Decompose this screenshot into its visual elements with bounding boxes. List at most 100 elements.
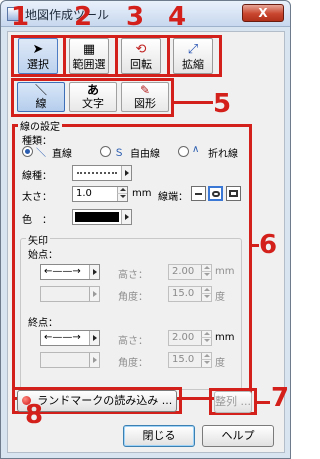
dropdown-arrow-icon (89, 331, 99, 345)
dropdown-arrow-icon (89, 265, 99, 279)
thickness-value: 1.0 (76, 188, 92, 199)
spin-down-icon[interactable] (117, 194, 127, 201)
align-button[interactable]: 整列 ... (214, 391, 252, 413)
title-bar[interactable]: 地図作成ツール X (1, 1, 290, 27)
polyline-label: 折れ線 (208, 149, 238, 160)
line-icon: ＼ (34, 83, 47, 97)
start-angle-stepper[interactable]: 15.0 (168, 286, 212, 302)
end-height-stepper[interactable]: 2.00 (168, 330, 212, 346)
callout-1: 1 (11, 2, 30, 32)
callout-2: 2 (74, 2, 93, 32)
cursor-arrow-icon: ➤ (32, 42, 44, 57)
end-angle-label: 角度： (118, 358, 148, 369)
endcap-square-button[interactable] (226, 186, 241, 201)
thickness-unit: mm (132, 188, 152, 199)
range-select-tool-button[interactable]: ▦ 範囲選 (69, 38, 109, 74)
line-end-label: 線端： (158, 192, 188, 203)
color-label: 色 ： (22, 215, 52, 226)
spin-down-icon[interactable] (201, 272, 211, 279)
end-arrow-style-dropdown[interactable] (40, 352, 100, 368)
tab-line[interactable]: ＼ 線 (17, 82, 65, 112)
close-window-button[interactable]: X (242, 4, 284, 22)
start-height-stepper[interactable]: 2.00 (168, 264, 212, 280)
start-height-unit: mm (215, 266, 235, 277)
map-tool-window: 地図作成ツール X ➤ 選択 ▦ 範囲選 ⟲ 回転 ⤢ 拡縮 ＼ 線 あ 文字 … (0, 0, 291, 459)
shape-pen-icon: ✎ (139, 83, 151, 97)
spin-down-icon[interactable] (201, 294, 211, 301)
dropdown-arrow-icon (89, 353, 99, 367)
text-icon: あ (86, 83, 99, 97)
rotate-tool-button[interactable]: ⟲ 回転 (121, 38, 161, 74)
spin-up-icon[interactable] (201, 353, 211, 360)
window-title: 地図作成ツール (25, 8, 110, 22)
thickness-stepper[interactable]: 1.0 (72, 186, 128, 202)
end-height-label: 高さ： (118, 336, 148, 347)
close-button[interactable]: 閉じる (123, 425, 195, 447)
dropdown-arrow-icon (89, 287, 99, 301)
dropdown-arrow-icon (121, 166, 131, 180)
endcap-round-button[interactable] (208, 186, 223, 201)
callout-6: 6 (259, 230, 278, 260)
spin-down-icon[interactable] (201, 338, 211, 345)
radio-straight-line[interactable] (22, 146, 33, 157)
free-line-label: 自由線 (130, 149, 160, 160)
end-angle-value: 15.0 (172, 354, 195, 365)
spin-down-icon[interactable] (201, 360, 211, 367)
spin-up-icon[interactable] (201, 331, 211, 338)
double-arrow-icon: ←——→ (44, 332, 81, 343)
arrow-group-label: 矢印 (26, 232, 50, 247)
dropdown-arrow-icon (121, 210, 131, 224)
start-arrow-dropdown[interactable]: ←——→ (40, 264, 100, 280)
callout-4: 4 (168, 2, 187, 32)
radio-free-line[interactable] (100, 146, 111, 157)
thickness-label: 太さ： (22, 192, 52, 203)
help-button[interactable]: ヘルプ (202, 425, 274, 447)
double-arrow-icon: ←——→ (44, 266, 81, 277)
scale-tool-button[interactable]: ⤢ 拡縮 (173, 38, 213, 74)
callout-5: 5 (213, 89, 232, 119)
endcap-flat-icon (195, 193, 202, 195)
line-style-dropdown[interactable] (72, 165, 132, 181)
endcap-flat-button[interactable] (191, 186, 206, 201)
start-height-value: 2.00 (172, 266, 195, 277)
select-tool-button[interactable]: ➤ 選択 (18, 38, 58, 74)
end-point-label: 終点： (28, 318, 58, 329)
straight-line-label: 直線 (52, 149, 72, 160)
rotate-icon: ⟲ (135, 42, 147, 57)
polyline-icon: ∧ (192, 144, 200, 155)
range-select-icon: ▦ (82, 42, 96, 57)
start-point-label: 始点： (28, 250, 58, 261)
spin-up-icon[interactable] (201, 287, 211, 294)
callout-7-leader (256, 401, 270, 404)
endcap-square-icon (229, 190, 238, 197)
end-height-value: 2.00 (172, 332, 195, 343)
radio-polyline[interactable] (178, 146, 189, 157)
start-angle-value: 15.0 (172, 288, 195, 299)
end-arrow-dropdown[interactable]: ←——→ (40, 330, 100, 346)
spin-up-icon[interactable] (117, 187, 127, 194)
endcap-round-icon (212, 191, 220, 197)
line-style-label: 線種： (22, 171, 52, 182)
callout-7: 7 (271, 383, 290, 413)
callout-6-leader (251, 244, 259, 247)
callout-8: 8 (25, 400, 44, 430)
tool-panel: ➤ 選択 ▦ 範囲選 ⟲ 回転 ⤢ 拡縮 ＼ 線 あ 文字 ✎ 図形 線の設定 … (7, 31, 285, 453)
straight-line-icon: ＼ (36, 148, 46, 159)
dotted-line-preview (77, 172, 117, 174)
callout-3: 3 (126, 2, 145, 32)
end-angle-stepper[interactable]: 15.0 (168, 352, 212, 368)
spin-up-icon[interactable] (201, 265, 211, 272)
color-dropdown[interactable] (72, 209, 132, 225)
start-angle-unit: 度 (215, 292, 225, 303)
color-swatch (75, 212, 119, 222)
start-arrow-style-dropdown[interactable] (40, 286, 100, 302)
end-angle-unit: 度 (215, 358, 225, 369)
start-angle-label: 角度： (118, 292, 148, 303)
end-height-unit: mm (215, 332, 235, 343)
free-line-icon: Ｓ (114, 148, 124, 159)
callout-5-leader (173, 101, 213, 104)
scale-icon: ⤢ (187, 42, 199, 57)
tab-text[interactable]: あ 文字 (69, 82, 117, 112)
line-settings-label: 線の設定 (18, 118, 62, 133)
tab-shape[interactable]: ✎ 図形 (121, 82, 169, 112)
